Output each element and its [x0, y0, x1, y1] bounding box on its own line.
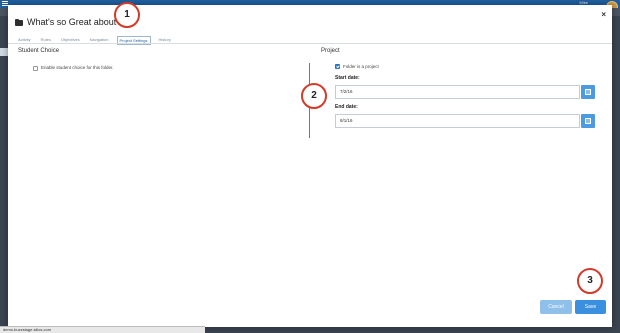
start-date-label: Start date: [335, 75, 360, 81]
end-date-calendar-button[interactable] [581, 114, 595, 128]
end-date-label: End date: [335, 104, 358, 110]
project-heading: Project [321, 48, 340, 54]
folder-is-project-label: Folder is a project [343, 64, 379, 69]
start-date-calendar-button[interactable] [581, 85, 595, 99]
end-date-input[interactable]: 8/1/16 [335, 114, 580, 128]
folder-icon [15, 19, 23, 26]
modal-title: What's so Great about A [27, 17, 125, 27]
cancel-button[interactable]: Cancel [540, 300, 572, 314]
calendar-icon [585, 118, 591, 124]
callout-1: 1 [114, 2, 140, 28]
close-icon[interactable]: × [601, 10, 606, 19]
student-choice-label: Enable student choice for this folder. [41, 65, 114, 70]
student-choice-checkbox[interactable] [33, 66, 38, 71]
callout-2: 2 [301, 83, 327, 109]
save-button[interactable]: Save [575, 300, 606, 314]
tab-divider [8, 43, 612, 44]
calendar-icon [585, 89, 591, 95]
student-choice-heading: Student Choice [18, 48, 60, 54]
start-date-input[interactable]: 7/2/16 [335, 85, 580, 99]
folder-is-project-checkbox[interactable] [335, 64, 340, 69]
background-panel [0, 48, 8, 56]
callout-3: 3 [577, 268, 603, 294]
status-bar-url: demo.buzzstage.sillos.com [0, 326, 205, 333]
folder-settings-modal: What's so Great about A × Activity Rules… [8, 5, 612, 327]
